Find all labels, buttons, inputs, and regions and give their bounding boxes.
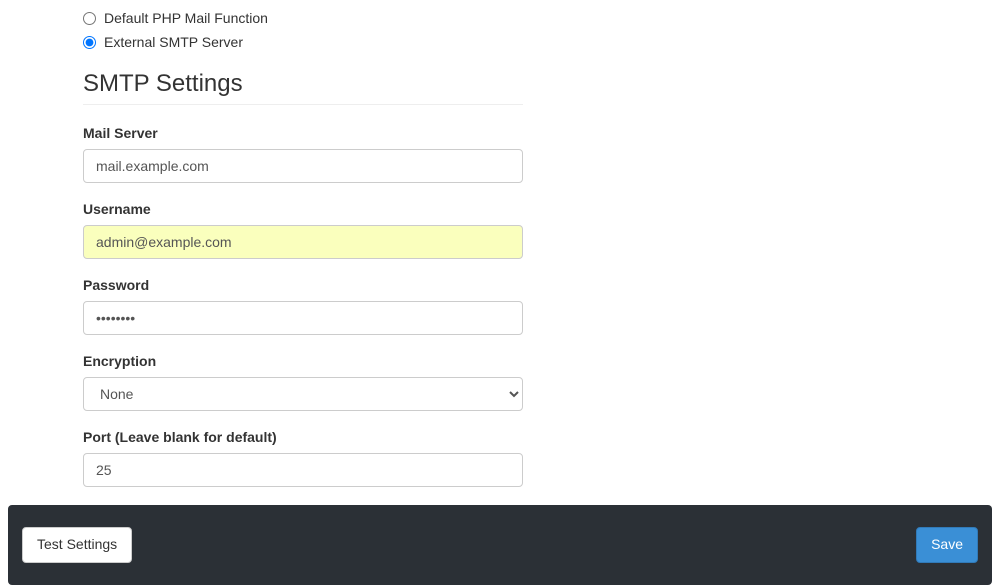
- port-input[interactable]: [83, 453, 523, 487]
- footer-action-bar: Test Settings Save: [8, 505, 992, 585]
- mail-server-label: Mail Server: [83, 125, 1000, 141]
- save-button[interactable]: Save: [916, 527, 978, 563]
- username-input[interactable]: [83, 225, 523, 259]
- radio-default-php[interactable]: [83, 12, 96, 25]
- radio-row-external-smtp: External SMTP Server: [83, 34, 1000, 50]
- mail-server-input[interactable]: [83, 149, 523, 183]
- smtp-settings-heading: SMTP Settings: [83, 70, 1000, 98]
- form-group-encryption: Encryption None: [83, 353, 1000, 411]
- username-label: Username: [83, 201, 1000, 217]
- form-group-mail-server: Mail Server: [83, 125, 1000, 183]
- port-label: Port (Leave blank for default): [83, 429, 1000, 445]
- form-group-port: Port (Leave blank for default): [83, 429, 1000, 487]
- encryption-label: Encryption: [83, 353, 1000, 369]
- heading-divider: [83, 104, 523, 105]
- password-label: Password: [83, 277, 1000, 293]
- radio-label-external-smtp[interactable]: External SMTP Server: [104, 34, 243, 50]
- encryption-select[interactable]: None: [83, 377, 523, 411]
- test-settings-button[interactable]: Test Settings: [22, 527, 132, 563]
- radio-label-default-php[interactable]: Default PHP Mail Function: [104, 10, 268, 26]
- radio-row-default-php: Default PHP Mail Function: [83, 10, 1000, 26]
- form-group-username: Username: [83, 201, 1000, 259]
- radio-external-smtp[interactable]: [83, 36, 96, 49]
- password-input[interactable]: [83, 301, 523, 335]
- form-group-password: Password: [83, 277, 1000, 335]
- mail-method-radio-group: Default PHP Mail Function External SMTP …: [83, 10, 1000, 50]
